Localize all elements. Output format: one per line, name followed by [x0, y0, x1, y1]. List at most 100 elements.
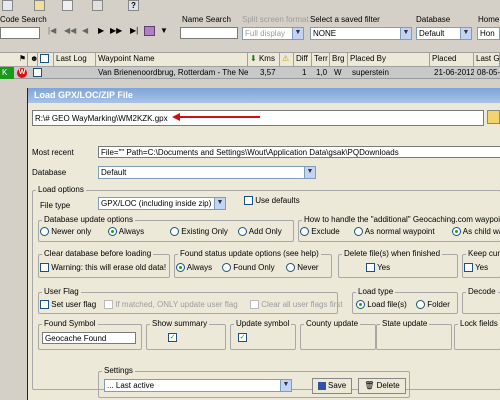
lock-fields-label: Lock fields: [458, 319, 500, 328]
decode-group: Decode: [462, 287, 500, 314]
toolbar-icon-b[interactable]: [34, 0, 45, 11]
name-search-input[interactable]: [180, 27, 238, 39]
column-terr[interactable]: Terr: [312, 52, 330, 66]
clear-db-checkbox[interactable]: Warning: this will erase old data!: [40, 263, 166, 273]
radio-normal-waypoint[interactable]: As normal waypoint: [354, 227, 435, 237]
database-label: Database: [416, 15, 451, 24]
saved-filter-select[interactable]: NONE ▼: [310, 27, 412, 40]
radio-existing-only-label: Existing Only: [181, 227, 228, 236]
next-page-icon[interactable]: ▶▶: [110, 26, 122, 35]
dialog-title: Load GPX/LOC/ZIP File: [28, 88, 500, 103]
keep-current-checkbox[interactable]: Yes: [464, 263, 488, 273]
toolbar-icon-d[interactable]: [92, 0, 103, 11]
chevron-down-icon: ▼: [460, 28, 471, 39]
eraser-icon[interactable]: [144, 26, 155, 36]
file-type-select[interactable]: GPX/LOC (including inside zip) ▼: [98, 197, 226, 210]
dropdown-icon[interactable]: ▼: [160, 26, 168, 35]
help-icon[interactable]: ?: [128, 0, 139, 11]
first-icon[interactable]: |◀: [48, 26, 56, 35]
radio-always[interactable]: Always: [108, 227, 144, 237]
delete-files-group: Delete file(s) when finished: [338, 249, 458, 278]
column-placed[interactable]: Placed: [430, 52, 474, 66]
county-update-group: County update: [300, 319, 376, 350]
column-person-icon[interactable]: ☻: [28, 52, 38, 66]
chevron-down-icon: ▼: [400, 28, 411, 39]
radio-normal-waypoint-label: As normal waypoint: [364, 227, 435, 236]
row-checkbox[interactable]: [33, 68, 42, 78]
state-update-group: State update: [376, 319, 452, 350]
radio-child-waypoint[interactable]: As child wa: [452, 227, 500, 237]
found-symbol-input[interactable]: Geocache Found: [42, 332, 136, 344]
last-icon[interactable]: ▶|: [130, 26, 138, 35]
delete-files-checkbox[interactable]: Yes: [366, 263, 390, 273]
settings-select[interactable]: ... Last active ▼: [104, 379, 292, 392]
column-placed-by[interactable]: Placed By: [348, 52, 430, 66]
column-last-gpx[interactable]: Last GP: [474, 52, 500, 66]
database-select[interactable]: Default ▼: [416, 27, 472, 40]
split-display-select[interactable]: Full display ▼: [242, 27, 304, 40]
if-matched-checkbox[interactable]: If matched, ONLY update user flag: [104, 300, 238, 310]
delete-button[interactable]: 🗑 Delete: [358, 378, 406, 394]
radio-existing-only[interactable]: Existing Only: [170, 227, 228, 237]
prev-page-icon[interactable]: ◀◀: [64, 26, 76, 35]
prev-icon[interactable]: ◀: [82, 26, 88, 35]
column-flag-icon[interactable]: ⚑: [16, 52, 28, 66]
radio-found-only[interactable]: Found Only: [222, 263, 275, 273]
row-placed-by: superstein: [352, 68, 389, 77]
user-flag-label: User Flag: [42, 287, 81, 296]
decode-label: Decode: [466, 287, 498, 296]
row-waypoint-name: Van Brienenoordbrug, Rotterdam - The Net…: [98, 68, 248, 77]
radio-load-files[interactable]: Load file(s): [356, 300, 407, 310]
db-label: Database: [32, 168, 67, 177]
set-user-flag-checkbox[interactable]: Set user flag: [40, 300, 96, 310]
radio-folder[interactable]: Folder: [416, 300, 450, 310]
radio-newer-only[interactable]: Newer only: [40, 227, 92, 237]
code-search-input[interactable]: [0, 27, 40, 39]
column-kms[interactable]: ⬇ Kms: [248, 52, 280, 66]
db-update-label: Database update options: [42, 215, 135, 224]
saved-filter-value: NONE: [313, 29, 337, 38]
most-recent-field[interactable]: File="" Path=C:\Documents and Settings\W…: [98, 146, 500, 158]
toolbar-icon-c[interactable]: [62, 0, 73, 11]
radio-exclude-label: Exclude: [311, 227, 340, 236]
home-select[interactable]: Hon: [477, 27, 500, 40]
radio-newer-only-label: Newer only: [51, 227, 92, 236]
load-gpx-dialog: Load GPX/LOC/ZIP File R:\# GEO WayMarkin…: [27, 88, 500, 400]
next-icon[interactable]: ▶: [98, 26, 104, 35]
home-label: Home: [478, 15, 500, 24]
save-button[interactable]: Save: [312, 378, 352, 394]
row-placed: 21-06-2012: [434, 68, 474, 77]
column-brg[interactable]: Brg: [330, 52, 348, 66]
delete-files-label: Delete file(s) when finished: [342, 249, 443, 258]
open-folder-icon[interactable]: [487, 110, 500, 124]
row-terr: 1,0: [316, 68, 328, 77]
file-path-input[interactable]: R:\# GEO WayMarking\WM2KZK.gpx: [32, 110, 484, 126]
show-summary-checkbox[interactable]: ✓: [168, 333, 177, 343]
radio-folder-label: Folder: [427, 300, 450, 309]
column-last-log[interactable]: Last Log: [54, 52, 96, 66]
column-waypoint-name[interactable]: Waypoint Name: [96, 52, 248, 66]
toolbar-icon-a[interactable]: [2, 0, 13, 11]
radio-exclude[interactable]: Exclude: [300, 227, 340, 237]
if-matched-label: If matched, ONLY update user flag: [115, 300, 238, 309]
home-value: Hon: [480, 29, 495, 38]
row-kms: 3,57: [260, 68, 276, 77]
column-warning-icon[interactable]: ⚠: [280, 52, 294, 66]
save-icon: [317, 381, 326, 390]
db-select[interactable]: Default ▼: [98, 166, 316, 179]
radio-add-only[interactable]: Add Only: [238, 227, 282, 237]
radio-found-never[interactable]: Never: [286, 263, 319, 273]
column-check-icon[interactable]: [38, 52, 54, 66]
update-symbol-checkbox[interactable]: ✓: [238, 333, 247, 343]
column-diff[interactable]: Diff: [294, 52, 312, 66]
file-type-label: File type: [40, 201, 71, 210]
radio-found-always[interactable]: Always: [176, 263, 212, 273]
additional-waypoints-label: How to handle the "additional" Geocachin…: [302, 215, 500, 224]
row-code: K: [0, 67, 14, 79]
use-defaults-checkbox[interactable]: Use defaults: [244, 196, 300, 206]
settings-label: Settings: [102, 366, 135, 375]
row-brg: W: [334, 68, 342, 77]
sort-down-icon: ⬇: [250, 54, 257, 63]
save-button-label: Save: [328, 381, 347, 390]
clear-flags-checkbox[interactable]: Clear all user flags first: [250, 300, 343, 310]
